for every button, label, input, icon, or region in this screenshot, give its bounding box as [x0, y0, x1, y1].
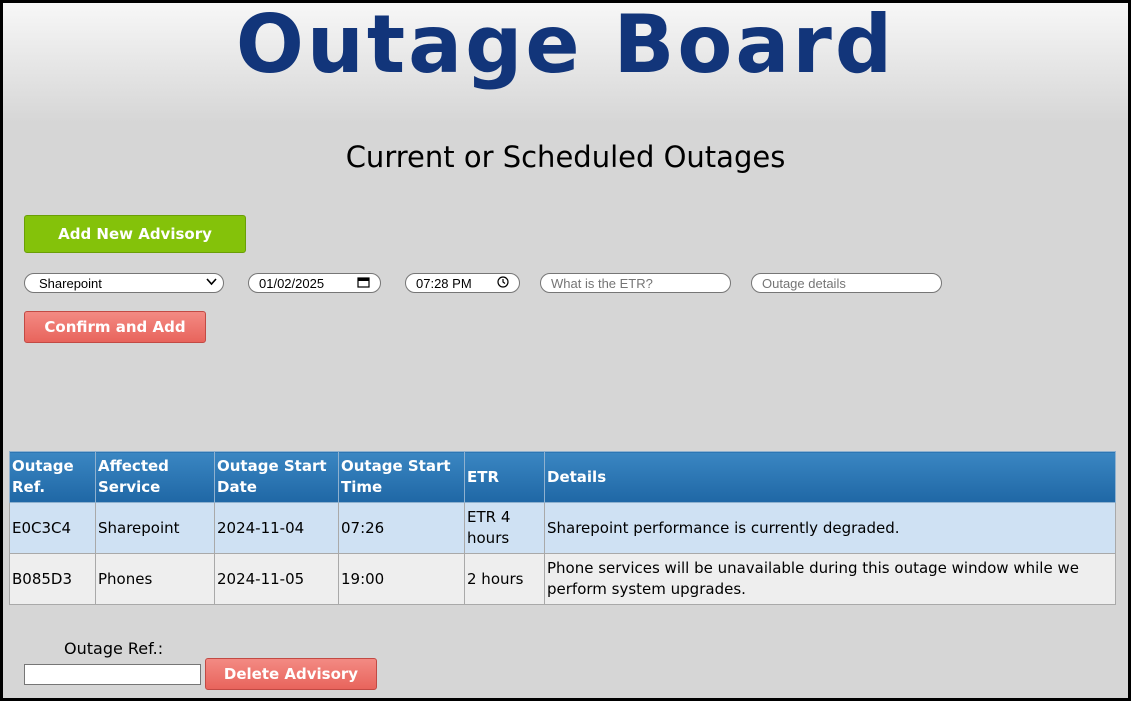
chevron-down-icon — [206, 277, 217, 289]
cell-etr: 2 hours — [464, 553, 545, 605]
cell-outage-ref: E0C3C4 — [9, 502, 96, 554]
confirm-and-add-button[interactable]: Confirm and Add — [24, 311, 206, 343]
outage-details-input[interactable]: Outage details — [751, 273, 942, 293]
etr-input-placeholder: What is the ETR? — [551, 275, 653, 291]
outage-time-input[interactable]: 07:28 PM — [405, 273, 520, 293]
header-outage-start-time: Outage Start Time — [338, 451, 465, 503]
outage-ref-input[interactable] — [24, 664, 201, 685]
outage-ref-label: Outage Ref.: — [64, 639, 164, 658]
service-select[interactable]: Sharepoint — [24, 273, 224, 293]
cell-start-date: 2024-11-04 — [214, 502, 339, 554]
calendar-icon[interactable] — [357, 276, 370, 291]
cell-start-date: 2024-11-05 — [214, 553, 339, 605]
delete-advisory-button[interactable]: Delete Advisory — [205, 658, 377, 690]
header-outage-start-date: Outage Start Date — [214, 451, 339, 503]
outage-date-input[interactable]: 01/02/2025 — [248, 273, 381, 293]
header-details: Details — [544, 451, 1116, 503]
outages-table: Outage Ref. Affected Service Outage Star… — [9, 451, 1116, 605]
header-affected-service: Affected Service — [95, 451, 215, 503]
add-new-advisory-button[interactable]: Add New Advisory — [24, 215, 246, 253]
cell-etr: ETR 4 hours — [464, 502, 545, 554]
table-row: E0C3C4 Sharepoint 2024-11-04 07:26 ETR 4… — [9, 502, 1116, 554]
page: Outage Board Current or Scheduled Outage… — [0, 0, 1131, 701]
cell-details: Sharepoint performance is currently degr… — [544, 502, 1116, 554]
clock-icon[interactable] — [497, 275, 509, 291]
header-etr: ETR — [464, 451, 545, 503]
table-header-row: Outage Ref. Affected Service Outage Star… — [9, 451, 1116, 503]
outage-details-placeholder: Outage details — [762, 275, 846, 291]
app-title: Outage Board — [235, 0, 896, 91]
cell-start-time: 19:00 — [338, 553, 465, 605]
cell-affected-service: Phones — [95, 553, 215, 605]
etr-input[interactable]: What is the ETR? — [540, 273, 731, 293]
table-row: B085D3 Phones 2024-11-05 19:00 2 hours P… — [9, 553, 1116, 605]
cell-affected-service: Sharepoint — [95, 502, 215, 554]
outage-date-value: 01/02/2025 — [259, 275, 325, 291]
section-title: Current or Scheduled Outages — [345, 140, 786, 174]
cell-outage-ref: B085D3 — [9, 553, 96, 605]
cell-details: Phone services will be unavailable durin… — [544, 553, 1116, 605]
header-outage-ref: Outage Ref. — [9, 451, 96, 503]
cell-start-time: 07:26 — [338, 502, 465, 554]
outage-time-value: 07:28 PM — [416, 275, 472, 291]
service-select-value: Sharepoint — [39, 275, 102, 291]
